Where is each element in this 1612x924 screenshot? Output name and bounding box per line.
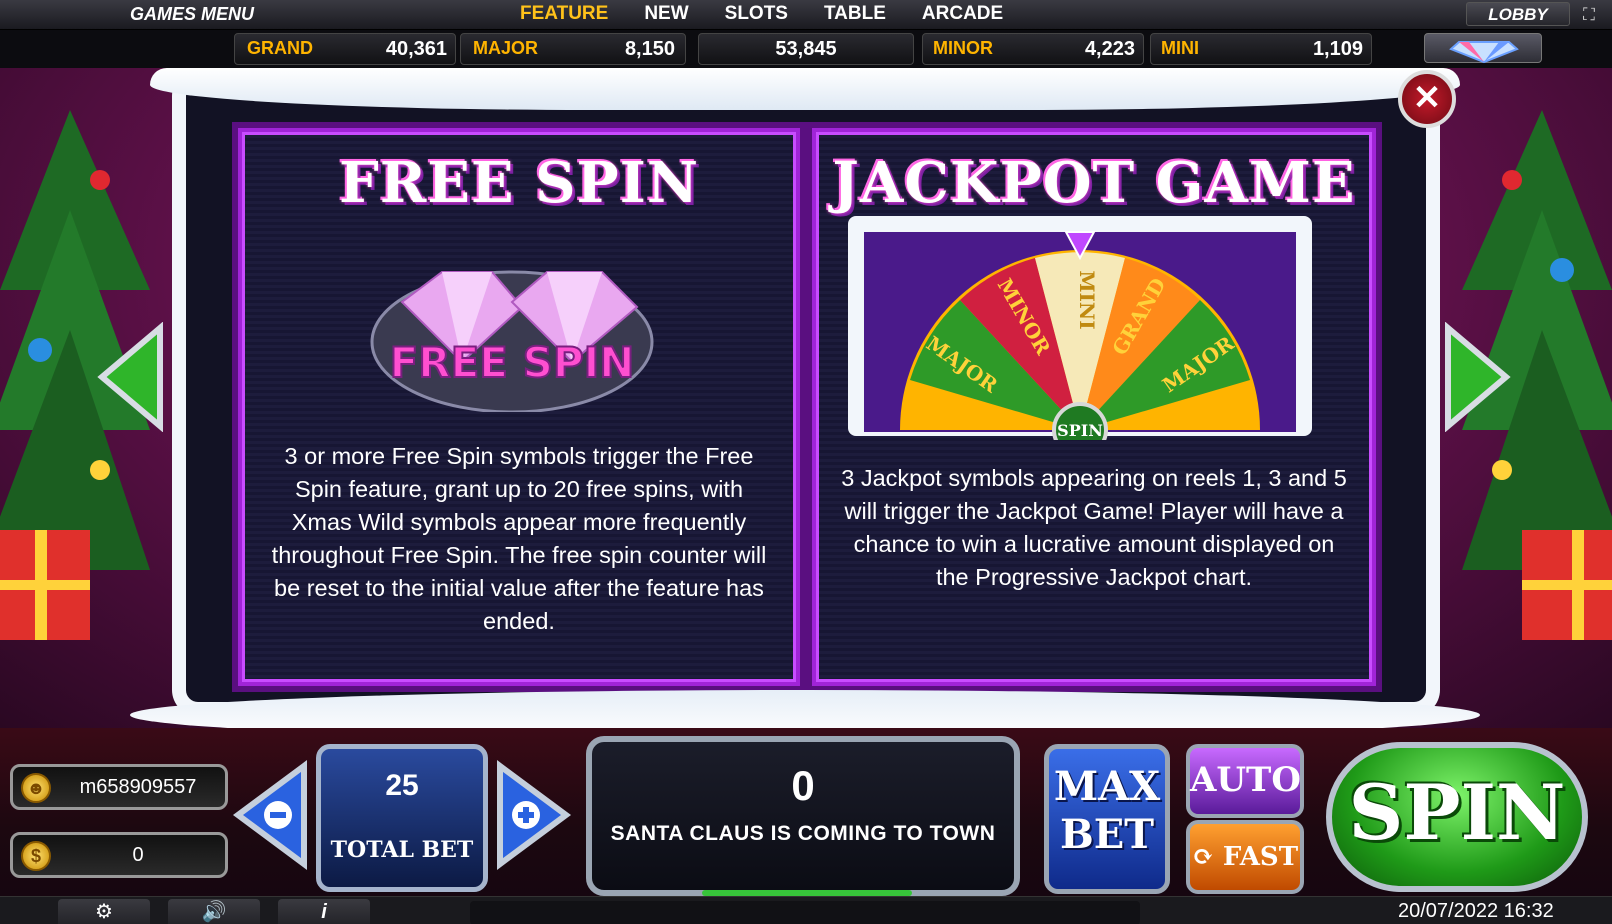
arrow-right-icon <box>1445 322 1511 432</box>
jackpot-major: MAJOR 8,150 <box>460 33 686 65</box>
free-spin-symbol: FREE SPIN <box>370 270 654 412</box>
jackpot-game-title: JACKPOT GAME <box>832 150 1356 216</box>
max-bet-label-line1: MAX <box>1053 763 1161 810</box>
jackpot-game-card: JACKPOT GAME SPIN MAJOR MINOR MINI GRAND… <box>812 128 1376 686</box>
coin-icon: $ <box>21 841 51 871</box>
top-menu-bar: GAMES MENU FEATURE NEW SLOTS TABLE ARCAD… <box>0 0 1612 30</box>
footer-bar: ⚙ 🔊 i 20/07/2022 16:32 <box>0 896 1612 924</box>
spin-label: SPIN <box>1348 768 1566 857</box>
jackpot-minor-value: 4,223 <box>1084 38 1135 60</box>
free-spin-title: FREE SPIN <box>338 150 700 216</box>
jackpot-grand-value: 40,361 <box>385 38 447 60</box>
games-menu-title[interactable]: GAMES MENU <box>130 4 254 25</box>
tab-arcade[interactable]: ARCADE <box>922 3 1003 25</box>
jackpot-game-description: 3 Jackpot symbols appearing on reels 1, … <box>841 465 1347 590</box>
footer-message-bar <box>470 901 1140 924</box>
decrease-bet-button[interactable] <box>232 760 310 870</box>
game-name-banner: SANTA CLAUS IS COMING TO TOWN <box>610 822 996 845</box>
free-spin-symbol-text: FREE SPIN <box>390 338 635 387</box>
tab-new[interactable]: NEW <box>644 3 688 25</box>
diamond-icon <box>1449 41 1519 64</box>
snow-top-decoration <box>150 68 1460 110</box>
free-spin-card: FREE SPIN FREE SPIN 3 or more Free Spin … <box>238 128 800 686</box>
total-bet-box: 25 TOTAL BET <box>316 744 488 892</box>
diamond-button[interactable] <box>1424 33 1542 64</box>
auto-spin-button[interactable]: AUTO <box>1186 744 1304 818</box>
max-bet-button[interactable]: MAX BET <box>1044 744 1170 894</box>
close-button[interactable]: ✕ <box>1398 70 1456 128</box>
sound-button[interactable]: 🔊 <box>168 899 260 924</box>
balance-value: 0 <box>132 844 144 866</box>
tab-slots[interactable]: SLOTS <box>725 3 788 25</box>
username-pill: ☻ m658909557 <box>10 764 228 810</box>
previous-page-arrow[interactable] <box>96 322 166 432</box>
jackpot-bar: GRAND 40,361 MAJOR 8,150 53,845 MINOR 4,… <box>0 30 1612 68</box>
jackpot-progressive: 53,845 <box>698 33 914 65</box>
category-tabs: FEATURE NEW SLOTS TABLE ARCADE <box>520 3 1003 25</box>
jackpot-major-value: 8,150 <box>624 38 675 60</box>
spin-button[interactable]: SPIN <box>1326 742 1588 892</box>
win-display: 0 SANTA CLAUS IS COMING TO TOWN <box>586 736 1020 896</box>
wheel-segment-mini: MINI <box>1075 270 1099 329</box>
info-icon: i <box>321 901 327 923</box>
speaker-icon: 🔊 <box>201 901 227 923</box>
game-screen: GAMES MENU FEATURE NEW SLOTS TABLE ARCAD… <box>0 0 1612 924</box>
arrow-left-icon <box>97 322 163 432</box>
datetime: 20/07/2022 16:32 <box>1398 900 1554 922</box>
free-spin-description: 3 or more Free Spin symbols trigger the … <box>271 443 767 634</box>
win-value: 0 <box>791 762 815 809</box>
jackpot-progressive-value: 53,845 <box>775 38 837 60</box>
tab-table[interactable]: TABLE <box>824 3 886 25</box>
jackpot-minor: MINOR 4,223 <box>922 33 1144 65</box>
fast-icon: ⟳ <box>1191 842 1214 872</box>
lobby-button[interactable]: LOBBY <box>1466 2 1570 26</box>
fullscreen-icon[interactable]: ⛶ <box>1578 4 1600 26</box>
total-bet-label: TOTAL BET <box>330 837 474 863</box>
settings-button[interactable]: ⚙ <box>58 899 150 924</box>
gear-icon: ⚙ <box>95 901 113 923</box>
jackpot-mini-label: MINI <box>1161 38 1199 58</box>
balance-pill: $ 0 <box>10 832 228 878</box>
increase-bet-button[interactable] <box>494 760 572 870</box>
jackpot-mini: MINI 1,109 <box>1150 33 1372 65</box>
next-page-arrow[interactable] <box>1442 322 1512 432</box>
fast-spin-button[interactable]: ⟳ FAST <box>1186 820 1304 894</box>
jackpot-major-label: MAJOR <box>473 38 539 58</box>
username-value: m658909557 <box>79 776 197 798</box>
close-icon: ✕ <box>1412 79 1442 117</box>
jackpot-grand: GRAND 40,361 <box>234 33 456 65</box>
user-icon: ☻ <box>21 773 51 803</box>
tab-feature[interactable]: FEATURE <box>520 3 608 25</box>
wheel-spin-label: SPIN <box>1057 421 1103 440</box>
total-bet-value: 25 <box>385 769 419 802</box>
fast-label: FAST <box>1222 842 1299 872</box>
max-bet-label-line2: BET <box>1059 811 1155 858</box>
jackpot-minor-label: MINOR <box>933 38 993 58</box>
jackpot-mini-value: 1,109 <box>1312 38 1363 60</box>
jackpot-wheel-image: SPIN MAJOR MINOR MINI GRAND MAJOR <box>848 216 1312 440</box>
info-button[interactable]: i <box>278 899 370 924</box>
jackpot-grand-label: GRAND <box>247 38 313 58</box>
